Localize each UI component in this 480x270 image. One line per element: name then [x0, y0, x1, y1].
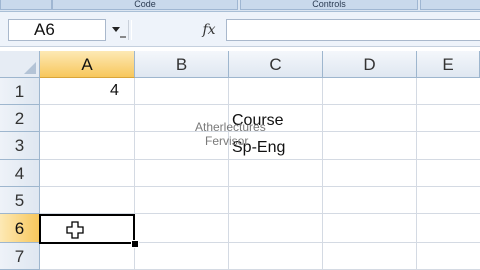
cell-a1[interactable]: 4 — [110, 82, 119, 100]
formula-bar: A6 fx — [0, 12, 480, 47]
gridline — [40, 104, 480, 105]
ribbon-group-controls[interactable]: Controls — [240, 0, 418, 10]
column-header-e[interactable]: E — [417, 51, 480, 78]
formula-bar-separator — [128, 20, 132, 40]
gridline — [40, 159, 480, 160]
formula-input[interactable] — [226, 19, 480, 41]
plus-cross-cursor-icon — [66, 221, 84, 239]
row-header-6[interactable]: 6 — [0, 214, 40, 243]
column-header-b[interactable]: B — [135, 51, 229, 78]
row-header-2[interactable]: 2 — [0, 105, 40, 132]
ribbon-group-left[interactable] — [0, 0, 52, 10]
active-cell-a6[interactable] — [39, 214, 135, 244]
ribbon-group-code[interactable]: Code — [52, 0, 238, 10]
column-header-d[interactable]: D — [323, 51, 417, 78]
column-header-a[interactable]: A — [40, 51, 135, 78]
watermark-line1: Atherlectures — [195, 120, 266, 134]
resize-handle-icon[interactable] — [118, 33, 128, 41]
row-header-5[interactable]: 5 — [0, 187, 40, 214]
gridline — [40, 186, 480, 187]
row-header-7[interactable]: 7 — [0, 243, 40, 270]
select-all-icon[interactable] — [0, 51, 40, 78]
chevron-down-icon[interactable] — [112, 27, 120, 32]
name-box[interactable]: A6 — [8, 19, 106, 41]
watermark-line2: Fervisor — [205, 134, 249, 148]
row-header-3[interactable]: 3 — [0, 132, 40, 160]
fx-icon[interactable]: fx — [196, 21, 222, 39]
fill-handle[interactable] — [131, 240, 139, 248]
column-header-c[interactable]: C — [229, 51, 323, 78]
ribbon-group-right[interactable] — [420, 0, 480, 10]
row-header-1[interactable]: 1 — [0, 78, 40, 105]
ribbon-bottom: Code Controls — [0, 0, 480, 12]
row-header-4[interactable]: 4 — [0, 160, 40, 187]
worksheet-grid[interactable]: A B C D E 1 2 3 4 5 6 7 4 Course Sp-Eng … — [0, 51, 480, 270]
